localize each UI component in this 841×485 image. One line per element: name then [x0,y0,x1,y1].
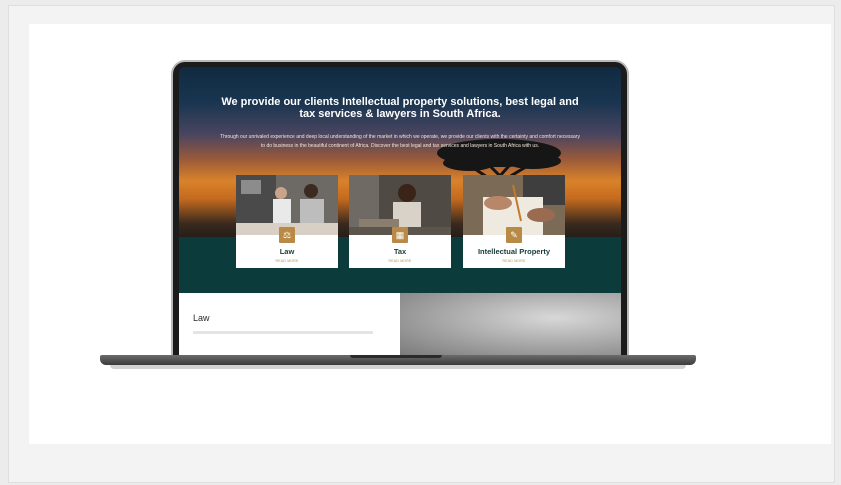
laptop-notch [350,355,442,358]
laptop-lid: We provide our clients Intellectual prop… [173,62,627,357]
service-card-law[interactable]: ⚖ Law READ MORE [236,175,338,268]
hero-subtitle: Through our unrivaled experience and dee… [220,134,580,149]
read-more-link[interactable]: READ MORE [349,259,451,263]
tax-photo [349,175,451,235]
service-card-ip[interactable]: ✎ Intellectual Property READ MORE [463,175,565,268]
ip-photo [463,175,565,235]
section-title: Law [193,313,210,323]
laptop-screen: We provide our clients Intellectual prop… [179,67,621,355]
laptop-shadow [110,365,686,369]
read-more-link[interactable]: READ MORE [463,259,565,263]
section-image [400,293,621,355]
service-card-tax[interactable]: ▦ Tax READ MORE [349,175,451,268]
card-title: Law [279,247,295,256]
law-section: Law [179,293,400,355]
hero-title: We provide our clients Intellectual prop… [221,96,579,120]
calculator-icon: ▦ [392,227,408,243]
bulb-icon: ✎ [506,227,522,243]
read-more-link[interactable]: READ MORE [236,259,338,263]
card-title: Intellectual Property [477,247,551,256]
text-placeholder-line [193,331,373,334]
law-photo [236,175,338,235]
card-title: Tax [393,247,407,256]
scales-icon: ⚖ [279,227,295,243]
